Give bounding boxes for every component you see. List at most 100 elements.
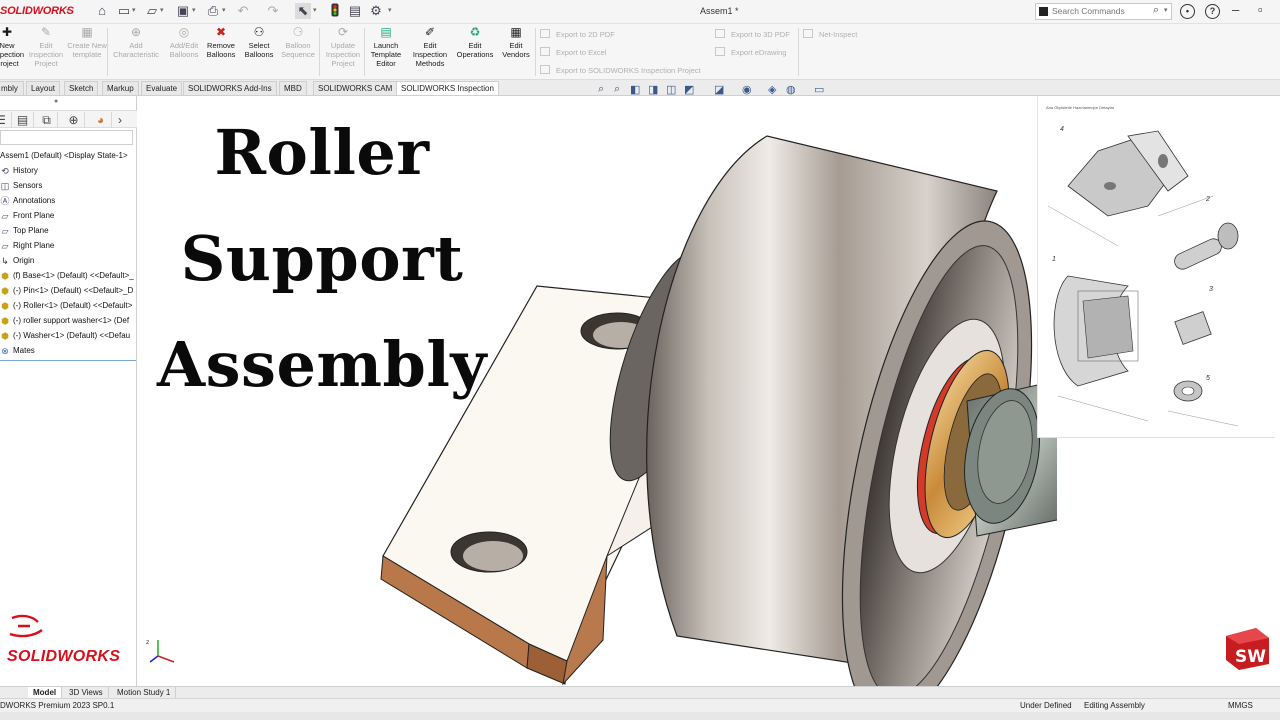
edit-operations-button[interactable]: ♻ Edit Operations (454, 25, 496, 60)
tree-item-roller[interactable]: ⬢ (-) Roller<1> (Default) <<Default> (0, 299, 137, 313)
previous-view-icon[interactable]: ◧ (630, 83, 640, 96)
create-new-template-button[interactable]: ▦ Create New template (66, 25, 108, 60)
monitor-icon[interactable]: ▭ (814, 83, 824, 96)
search-input[interactable] (1052, 6, 1152, 16)
dynamic-annotation-icon[interactable]: ◫ (666, 83, 676, 96)
add-edit-balloons-button[interactable]: ◎ Add/Edit Balloons (163, 26, 205, 60)
tree-item-roller-support-washer[interactable]: ⬢ (-) roller support washer<1> (Def (0, 314, 137, 328)
tab-cam[interactable]: SOLIDWORKS CAM (313, 81, 398, 95)
search-box[interactable]: ⌕ (1035, 3, 1172, 20)
tree-item-right-plane[interactable]: ▱ Right Plane (0, 239, 137, 253)
tree-item-pin[interactable]: ⬢ (-) Pin<1> (Default) <<Default>_D (0, 284, 137, 298)
dimxpert-icon[interactable]: ⊕ (63, 112, 85, 128)
app-logo[interactable]: SOLIDWORKS (0, 5, 74, 17)
launch-template-editor-button[interactable]: ▤ Launch Template Editor (365, 26, 407, 69)
export-2d-pdf-item[interactable]: Export to 2D PDF (540, 29, 615, 39)
graphics-area[interactable]: Roller Support Assembly Ana Ölçeklerle H… (137, 96, 1280, 686)
item-label: Export to 3D PDF (731, 30, 790, 39)
chevron-down-icon[interactable]: ▾ (388, 6, 392, 14)
chevron-down-icon[interactable]: ▾ (1164, 6, 1168, 14)
tree-item-origin[interactable]: ↳ Origin (0, 254, 137, 268)
units-selector[interactable]: MMGS (1228, 701, 1253, 710)
traffic-light-icon[interactable] (327, 3, 343, 19)
tab-sketch[interactable]: Sketch (64, 81, 99, 95)
add-characteristic-button[interactable]: ⊕ Add Characteristic (112, 26, 160, 60)
redo-icon[interactable]: ↷ (265, 3, 281, 19)
tree-item-mates[interactable]: ⊗ Mates (0, 344, 137, 358)
select-balloons-button[interactable]: ⚇ Select Balloons (238, 26, 280, 60)
section-view-icon[interactable]: ◨ (648, 83, 658, 96)
chevron-down-icon[interactable]: ▾ (313, 6, 317, 14)
print-icon[interactable]: ⎙ (205, 3, 221, 19)
update-inspection-project-button[interactable]: ⟳ Update Inspection Project (322, 26, 364, 69)
roller-support-model[interactable] (377, 116, 1057, 686)
tab-markup[interactable]: Markup (102, 81, 139, 95)
tree-item-base[interactable]: ⬢ (f) Base<1> (Default) <<Default>_ (0, 269, 137, 283)
display-style-icon[interactable]: ◪ (714, 83, 724, 96)
gear-icon[interactable]: ⚙ (368, 3, 384, 19)
export-inspection-project-item[interactable]: Export to SOLIDWORKS Inspection Project (540, 65, 701, 75)
tab-inspection[interactable]: SOLIDWORKS Inspection (396, 81, 499, 95)
open-icon[interactable]: ▱ (144, 3, 160, 19)
remove-balloons-button[interactable]: ✖ Remove Balloons (200, 26, 242, 60)
drawing-views (1047, 130, 1239, 427)
edit-inspection-methods-button[interactable]: ✐ Edit Inspection Methods (409, 26, 451, 69)
chevron-down-icon[interactable]: ▾ (160, 6, 164, 14)
plane-icon: ▱ (1, 241, 9, 251)
chevron-right-icon[interactable]: › (66, 5, 69, 15)
file-properties-icon[interactable]: ▤ (347, 3, 363, 19)
chevron-down-icon[interactable]: ▾ (222, 6, 226, 14)
tree-item-front-plane[interactable]: ▱ Front Plane (0, 209, 137, 223)
feature-tree-icon[interactable]: ☰ (0, 112, 12, 128)
configuration-manager-icon[interactable]: ⧉ (36, 112, 58, 128)
minimize-icon[interactable]: – (1232, 2, 1239, 17)
export-edrawing-item[interactable]: Export eDrawing (715, 47, 786, 57)
tree-item-annotations[interactable]: Ⓐ Annotations (0, 194, 137, 208)
display-manager-icon[interactable]: ◕ (90, 112, 112, 128)
tab-evaluate[interactable]: Evaluate (141, 81, 183, 95)
tree-filter[interactable] (0, 130, 133, 145)
tab-mbd[interactable]: MBD (279, 81, 307, 95)
inspection-export-icon (540, 65, 550, 74)
new-inspection-project-button[interactable]: ✚ New Inspection Project (0, 26, 28, 69)
help-icon[interactable]: ? (1205, 4, 1220, 19)
save-icon[interactable]: ▣ (175, 3, 191, 19)
new-document-icon[interactable]: ▭ (116, 3, 132, 19)
hide-show-icon[interactable]: ◉ (742, 83, 752, 96)
chevron-down-icon[interactable]: ▾ (192, 6, 196, 14)
tab-assembly[interactable]: mbly (0, 81, 24, 95)
home-icon[interactable]: ⌂ (94, 3, 110, 19)
edit-vendors-button[interactable]: ▦ Edit Vendors (495, 26, 537, 60)
user-icon[interactable]: • (1180, 4, 1195, 19)
property-manager-icon[interactable]: ▤ (12, 112, 34, 128)
restore-icon[interactable]: ▫ (1258, 2, 1263, 17)
search-icon[interactable]: ⌕ (1153, 4, 1159, 17)
panel-grip-icon[interactable]: ● (54, 98, 58, 105)
tree-item-assembly[interactable]: Assem1 (Default) <Display State-1> (0, 149, 137, 163)
sensor-icon: ◫ (0, 181, 10, 191)
tree-item-history[interactable]: ⟲ History (0, 164, 137, 178)
chevron-down-icon[interactable]: ▾ (132, 6, 136, 14)
view-orientation-icon[interactable]: ◩ (684, 83, 694, 96)
template-icon: ▦ (81, 25, 93, 39)
ribbon-divider (798, 28, 799, 76)
net-inspect-item[interactable]: Net-Inspect (803, 29, 857, 39)
edit-inspection-project-button[interactable]: ✎ Edit Inspection Project (25, 26, 67, 69)
export-excel-item[interactable]: Export to Excel (540, 47, 606, 57)
tab-layout[interactable]: Layout (26, 81, 61, 95)
zoom-to-area-icon[interactable]: ⌕ (614, 83, 620, 96)
tree-item-washer[interactable]: ⬢ (-) Washer<1> (Default) <<Defau (0, 329, 137, 343)
select-icon[interactable]: ⬉ (295, 3, 311, 19)
chevron-right-icon[interactable]: › (114, 112, 126, 128)
undo-icon[interactable]: ↶ (235, 3, 251, 19)
appearance-icon[interactable]: ◈ (768, 83, 776, 96)
tab-addins[interactable]: SOLIDWORKS Add-Ins (183, 81, 277, 95)
tree-item-top-plane[interactable]: ▱ Top Plane (0, 224, 137, 238)
balloon-sequence-button[interactable]: ⚆ Balloon Sequence (277, 26, 319, 60)
export-3d-pdf-item[interactable]: Export to 3D PDF (715, 29, 790, 39)
scene-icon[interactable]: ◍ (786, 83, 796, 96)
operations-icon: ♻ (469, 25, 481, 39)
tree-item-sensors[interactable]: ◫ Sensors (0, 179, 137, 193)
document-title: Assem1 * (700, 6, 739, 16)
zoom-to-fit-icon[interactable]: ⌕ (598, 83, 604, 96)
